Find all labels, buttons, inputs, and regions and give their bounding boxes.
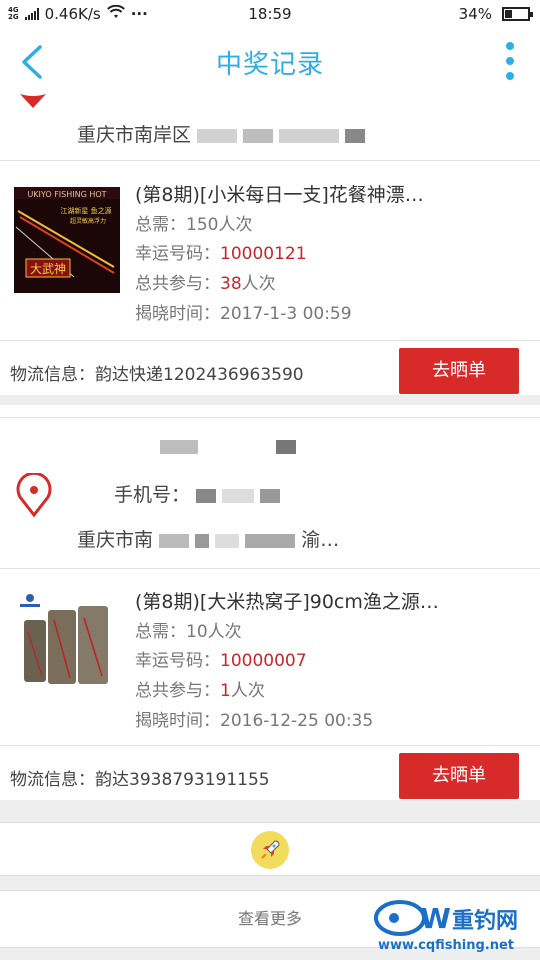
back-to-top-bar <box>0 822 540 876</box>
battery-percent: 34% <box>458 5 492 23</box>
battery-icon <box>502 7 533 21</box>
back-to-top-button[interactable] <box>251 831 289 869</box>
redacted-text <box>215 533 240 548</box>
prize-name[interactable]: (第8期)[小米每日一支]花餐神漂… <box>135 180 424 207</box>
cqfishing-logo: W 重钓网 www.cqfishing.net <box>374 900 518 953</box>
float-product-image: UKIYO FISHING HOT 江湖新星 鱼之源 超灵敏高浮力 大武神 <box>14 187 120 293</box>
redacted-text <box>195 533 210 548</box>
logistics-info: 物流信息：韵达快递1202436963590 <box>10 365 304 385</box>
prize-thumbnail[interactable] <box>14 590 120 696</box>
participation-count: 总共参与：1人次 <box>135 681 265 701</box>
nav-bar: 中奖记录 <box>0 30 540 90</box>
share-order-button[interactable]: 去晒单 <box>399 753 519 799</box>
location-pin-icon <box>16 473 52 517</box>
total-needed: 总需：150人次 <box>135 215 253 235</box>
redacted-text <box>245 533 296 548</box>
svg-text:超灵敏高浮力: 超灵敏高浮力 <box>70 217 106 225</box>
logistics-info: 物流信息：韵达3938793191155 <box>10 770 270 790</box>
redacted-text <box>222 488 255 503</box>
more-options-button[interactable] <box>502 42 518 80</box>
svg-text:江湖新星 鱼之源: 江湖新星 鱼之源 <box>60 206 111 215</box>
share-order-button[interactable]: 去晒单 <box>399 348 519 394</box>
fishing-bag-image <box>14 590 120 696</box>
redacted-text <box>260 488 281 503</box>
redacted-text <box>159 533 190 548</box>
status-right: 34% <box>458 5 533 23</box>
svg-text:www.cqfishing.net: www.cqfishing.net <box>378 938 514 953</box>
svg-text:W: W <box>420 902 451 935</box>
record-list: 重庆市南岸区 UKIYO FISHING HOT 江湖新星 鱼之源 超灵敏高浮力… <box>0 90 540 960</box>
reveal-time: 揭晓时间：2017-1-3 00:59 <box>135 304 352 324</box>
svg-text:重钓网: 重钓网 <box>452 908 518 934</box>
redacted-text <box>196 488 217 503</box>
participation-count: 总共参与：38人次 <box>135 274 276 294</box>
lucky-number: 幸运号码：10000121 <box>135 244 307 264</box>
page-title: 中奖记录 <box>215 50 324 80</box>
prize-thumbnail[interactable]: UKIYO FISHING HOT 江湖新星 鱼之源 超灵敏高浮力 大武神 <box>14 187 120 293</box>
svg-text:大武神: 大武神 <box>30 262 66 276</box>
record-card: 重庆市南岸区 UKIYO FISHING HOT 江湖新星 鱼之源 超灵敏高浮力… <box>0 90 540 395</box>
lucky-number: 幸运号码：10000007 <box>135 651 307 671</box>
redacted-text <box>243 128 274 143</box>
location-pin-icon <box>20 94 46 108</box>
rocket-icon <box>261 840 280 859</box>
address-line: 重庆市南岸区 <box>77 120 366 147</box>
phone-line: 手机号： <box>114 480 281 507</box>
redacted-text <box>279 128 340 143</box>
redacted-text <box>276 439 297 454</box>
prize-name[interactable]: (第8期)[大米热窝子]90cm渔之源… <box>135 587 439 614</box>
recipient-name <box>160 435 297 457</box>
address-line: 重庆市南 渝… <box>77 529 340 551</box>
redacted-text <box>345 128 366 143</box>
redacted-text <box>160 439 198 454</box>
reveal-time: 揭晓时间：2016-12-25 00:35 <box>135 711 374 731</box>
svg-text:UKIYO FISHING HOT: UKIYO FISHING HOT <box>27 190 106 199</box>
total-needed: 总需：10人次 <box>135 622 242 642</box>
status-bar: 4G 2G 0.46K/s ··· 18:59 34% <box>0 0 540 30</box>
site-watermark: W 重钓网 www.cqfishing.net <box>374 896 534 954</box>
redacted-text <box>197 128 238 143</box>
vertical-dots-icon <box>506 42 514 50</box>
record-card: 手机号： 重庆市南 渝… (第8期)[大米热窝子]90cm渔之源… 总需：10人… <box>0 405 540 800</box>
